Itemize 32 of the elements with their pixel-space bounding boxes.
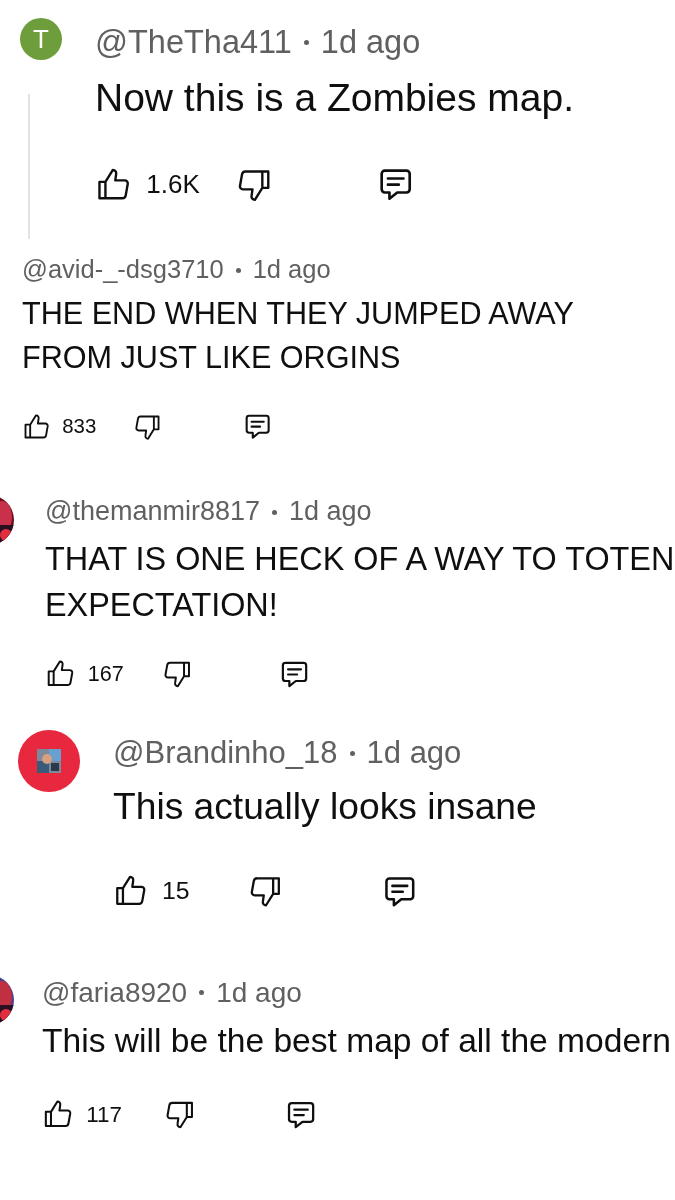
comment-author[interactable]: @TheTha411	[95, 22, 292, 63]
thumbs-up-icon[interactable]	[22, 412, 51, 441]
thumbs-up-icon[interactable]	[45, 659, 75, 689]
like-count: 833	[62, 415, 98, 439]
comment-text: THAT IS ONE HECK OF A WAY TO TOTEN EXPECTATION!	[45, 539, 675, 625]
reply-icon[interactable]	[243, 412, 273, 442]
comment-author[interactable]: @avid-_-dsg3710	[22, 254, 224, 287]
like-count: 117	[86, 1101, 123, 1128]
comment-author[interactable]: @Brandinho_18	[113, 733, 338, 773]
comment-author[interactable]: @faria8920	[42, 975, 188, 1011]
comment-author[interactable]: @themanmir8817	[45, 495, 260, 530]
separator-dot-icon	[349, 750, 355, 756]
thumbs-down-icon[interactable]	[163, 659, 193, 689]
separator-dot-icon	[199, 990, 205, 996]
comment-text: This will be the best map of all the modern	[42, 1021, 672, 1061]
separator-dot-icon	[272, 509, 277, 515]
separator-dot-icon	[303, 39, 309, 45]
like-count: 15	[161, 877, 191, 906]
avatar[interactable]: T	[20, 18, 62, 60]
comment-time: 1d ago	[320, 23, 421, 62]
like-count: 167	[87, 661, 125, 688]
comment-text: This actually looks insane	[113, 783, 538, 829]
comment-time: 1d ago	[216, 976, 302, 1011]
thumbs-down-icon[interactable]	[164, 1099, 196, 1131]
comment-text: THE END WHEN THEY JUMPED AWAY FROM JUST LIKE ORGINS	[22, 295, 575, 376]
comment-time: 1d ago	[252, 254, 331, 286]
separator-dot-icon	[235, 267, 241, 273]
comment-time: 1d ago	[289, 495, 372, 529]
comment-time: 1d ago	[366, 733, 462, 772]
comment-text: Now this is a Zombies map.	[95, 75, 575, 122]
thumbs-down-icon[interactable]	[248, 874, 283, 909]
like-count: 1.6K	[146, 169, 201, 200]
